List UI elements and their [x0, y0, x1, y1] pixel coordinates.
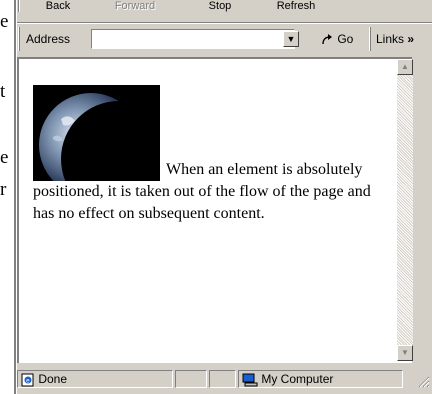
scroll-down-icon: ▼ — [401, 348, 409, 357]
back-button[interactable]: Back — [27, 0, 89, 12]
background-text-2: t — [0, 81, 6, 102]
background-text-4: r — [0, 179, 7, 200]
status-pane: e Done — [17, 370, 173, 388]
scroll-up-icon: ▲ — [401, 62, 409, 71]
resize-grip-icon[interactable] — [416, 374, 430, 388]
address-dropdown-button[interactable]: ▼ — [283, 31, 299, 47]
background-text-3: e — [0, 147, 9, 168]
chevron-icon: » — [407, 32, 415, 46]
address-input[interactable] — [91, 29, 295, 49]
address-label-text: Address — [26, 32, 71, 46]
earth-image — [33, 85, 160, 181]
ie-page-icon: e — [21, 373, 34, 387]
vertical-scrollbar[interactable]: ▲ ▼ — [397, 59, 413, 361]
dropdown-arrow-icon: ▼ — [286, 34, 296, 44]
refresh-button[interactable]: Refresh — [265, 0, 327, 12]
status-bar: e Done My Computer — [17, 368, 432, 390]
forward-button[interactable]: Forward — [104, 0, 166, 12]
status-text: Done — [38, 372, 68, 386]
page-paragraph: When an element is absolutely positioned… — [33, 85, 373, 225]
go-arrow-icon — [322, 33, 332, 44]
svg-text:e: e — [26, 377, 30, 384]
address-label: Address — [26, 32, 70, 46]
zone-text: My Computer — [261, 372, 334, 386]
background-text-1: e — [0, 11, 9, 32]
stop-button[interactable]: Stop — [193, 0, 247, 12]
status-pane-empty-2 — [209, 370, 236, 388]
go-label: Go — [337, 32, 354, 46]
zone-pane: My Computer — [238, 370, 403, 388]
toolbar-separator — [18, 0, 20, 12]
go-button[interactable]: Go — [320, 30, 353, 48]
address-bar-grip[interactable] — [18, 27, 20, 51]
scroll-down-button[interactable]: ▼ — [397, 345, 413, 361]
my-computer-icon — [242, 373, 258, 387]
links-label: Links — [376, 32, 405, 46]
page-content-area: When an element is absolutely positioned… — [17, 57, 412, 363]
scroll-up-button[interactable]: ▲ — [397, 59, 413, 75]
standard-toolbar: Back Forward Stop Refresh — [17, 0, 432, 23]
links-button[interactable]: Links » — [376, 30, 414, 48]
address-bar: Address ▼ Go Links » — [17, 24, 432, 56]
status-pane-empty-1 — [175, 370, 207, 388]
links-grip[interactable] — [369, 27, 371, 51]
